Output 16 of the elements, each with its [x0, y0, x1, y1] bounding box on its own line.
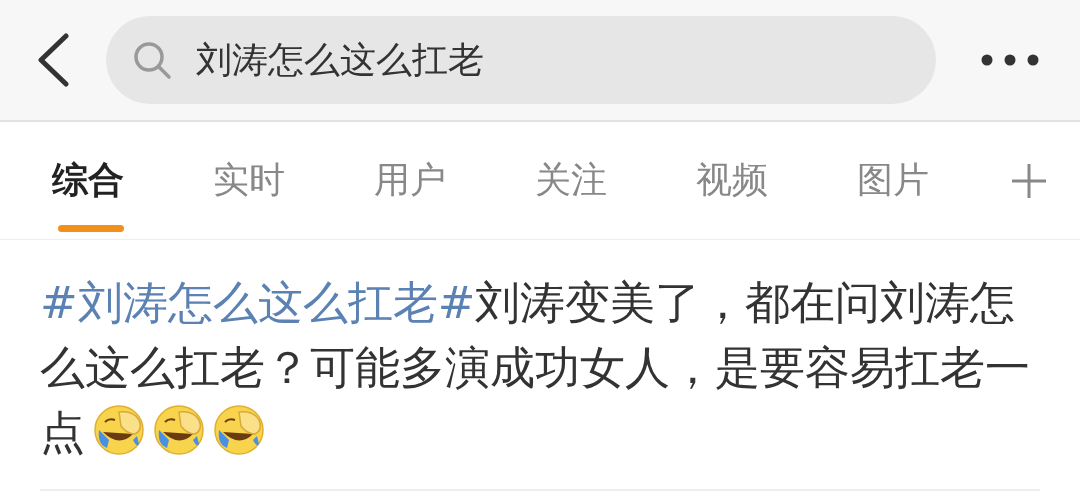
- post-text: #刘涛怎么这么扛老#刘涛变美了，都在问刘涛怎么这么扛老？可能多演成功女人，是要容易扛老一点: [40, 275, 1031, 461]
- tab[interactable]: 视频: [696, 121, 857, 240]
- hashtag-link[interactable]: #刘涛怎么这么扛老#: [40, 276, 476, 329]
- search-icon: [132, 40, 172, 80]
- laugh-cry-emoji-icon: [93, 404, 145, 456]
- add-icon[interactable]: [1010, 161, 1048, 200]
- tab[interactable]: 实时: [213, 121, 374, 240]
- more-icon[interactable]: [980, 53, 1040, 67]
- back-icon[interactable]: [36, 33, 70, 87]
- tab[interactable]: 用户: [374, 121, 535, 240]
- laugh-cry-emoji-icon: [153, 404, 205, 456]
- tab[interactable]: 关注: [535, 121, 696, 240]
- search-field[interactable]: 刘涛怎么这么扛老: [106, 16, 936, 104]
- tab[interactable]: 图片: [857, 121, 1018, 240]
- laugh-cry-emoji-icon: [213, 404, 265, 456]
- tab[interactable]: 综合: [52, 121, 213, 240]
